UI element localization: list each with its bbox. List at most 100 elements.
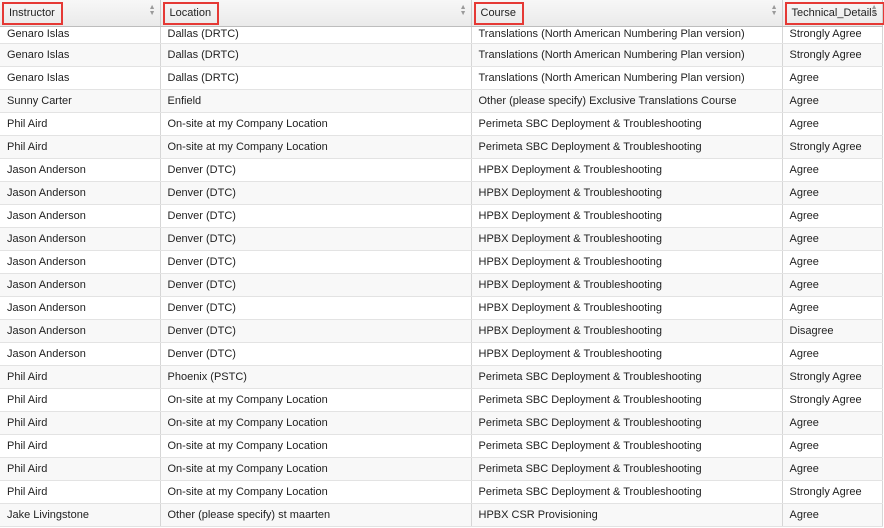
location-cell[interactable]: Denver (DTC) bbox=[160, 204, 472, 228]
location-cell[interactable]: On-site at my Company Location bbox=[160, 112, 472, 136]
sort-arrows-icon[interactable]: ▲ ▼ bbox=[871, 4, 878, 17]
table-row[interactable]: Jason Anderson Denver (DTC) HPBX Deploymen… bbox=[0, 250, 883, 274]
location-cell[interactable]: Denver (DTC) bbox=[160, 181, 472, 205]
table-row[interactable]: Jason Anderson Denver (DTC) HPBX Deploymen… bbox=[0, 296, 883, 320]
table-row[interactable]: Phil Aird On-site at my Company Location P… bbox=[0, 112, 883, 136]
course-cell[interactable]: HPBX Deployment & Troubleshooting bbox=[471, 296, 783, 320]
location-cell[interactable]: Denver (DTC) bbox=[160, 158, 472, 182]
location-cell[interactable]: On-site at my Company Location bbox=[160, 388, 472, 412]
table-row[interactable]: Jason Anderson Denver (DTC) HPBX Deploymen… bbox=[0, 273, 883, 297]
course-cell[interactable]: HPBX Deployment & Troubleshooting bbox=[471, 204, 783, 228]
technical-details-cell[interactable]: Agree bbox=[782, 411, 883, 435]
technical-details-cell[interactable]: Agree bbox=[782, 89, 883, 113]
sort-arrows-icon[interactable]: ▲ ▼ bbox=[460, 4, 467, 17]
course-cell[interactable]: HPBX Deployment & Troubleshooting bbox=[471, 181, 783, 205]
technical-details-cell[interactable]: Strongly Agree bbox=[782, 26, 883, 44]
column-header-technical-details[interactable]: Technical_Details ▲ ▼ bbox=[782, 0, 884, 27]
table-row[interactable]: Jason Anderson Denver (DTC) HPBX Deploymen… bbox=[0, 181, 883, 205]
table-row[interactable]: Phil Aird On-site at my Company Location P… bbox=[0, 388, 883, 412]
course-cell[interactable]: Perimeta SBC Deployment & Troubleshootin… bbox=[471, 457, 783, 481]
instructor-cell[interactable]: Jason Anderson bbox=[0, 296, 161, 320]
location-cell[interactable]: Denver (DTC) bbox=[160, 319, 472, 343]
instructor-cell[interactable]: Sunny Carter bbox=[0, 89, 161, 113]
course-cell[interactable]: Perimeta SBC Deployment & Troubleshootin… bbox=[471, 365, 783, 389]
course-cell[interactable]: HPBX Deployment & Troubleshooting bbox=[471, 342, 783, 366]
course-cell[interactable]: Translations (North American Numbering P… bbox=[471, 43, 783, 67]
technical-details-cell[interactable]: Agree bbox=[782, 204, 883, 228]
location-cell[interactable]: On-site at my Company Location bbox=[160, 457, 472, 481]
instructor-cell[interactable]: Phil Aird bbox=[0, 365, 161, 389]
table-row[interactable]: Jason Anderson Denver (DTC) HPBX Deploymen… bbox=[0, 319, 883, 343]
location-cell[interactable]: Dallas (DRTC) bbox=[160, 66, 472, 90]
technical-details-cell[interactable]: Agree bbox=[782, 181, 883, 205]
table-row[interactable]: Phil Aird On-site at my Company Location P… bbox=[0, 480, 883, 504]
sort-arrows-icon[interactable]: ▲ ▼ bbox=[149, 4, 156, 17]
course-cell[interactable]: Perimeta SBC Deployment & Troubleshootin… bbox=[471, 135, 783, 159]
location-cell[interactable]: Denver (DTC) bbox=[160, 273, 472, 297]
instructor-cell[interactable]: Genaro Islas bbox=[0, 26, 161, 44]
instructor-cell[interactable]: Jason Anderson bbox=[0, 250, 161, 274]
course-cell[interactable]: HPBX Deployment & Troubleshooting bbox=[471, 273, 783, 297]
technical-details-cell[interactable]: Agree bbox=[782, 434, 883, 458]
instructor-cell[interactable]: Jason Anderson bbox=[0, 319, 161, 343]
course-cell[interactable]: HPBX Deployment & Troubleshooting bbox=[471, 227, 783, 251]
location-cell[interactable]: Dallas (DRTC) bbox=[160, 26, 472, 44]
table-row[interactable]: Genaro Islas Dallas (DRTC) Translations (N… bbox=[0, 26, 883, 44]
course-cell[interactable]: HPBX CSR Provisioning bbox=[471, 503, 783, 527]
technical-details-cell[interactable]: Agree bbox=[782, 158, 883, 182]
technical-details-cell[interactable]: Agree bbox=[782, 250, 883, 274]
course-cell[interactable]: Perimeta SBC Deployment & Troubleshootin… bbox=[471, 388, 783, 412]
instructor-cell[interactable]: Jason Anderson bbox=[0, 181, 161, 205]
sort-arrows-icon[interactable]: ▲ ▼ bbox=[771, 4, 778, 17]
course-cell[interactable]: Perimeta SBC Deployment & Troubleshootin… bbox=[471, 434, 783, 458]
technical-details-cell[interactable]: Strongly Agree bbox=[782, 135, 883, 159]
course-cell[interactable]: Perimeta SBC Deployment & Troubleshootin… bbox=[471, 411, 783, 435]
instructor-cell[interactable]: Jason Anderson bbox=[0, 227, 161, 251]
course-cell[interactable]: Perimeta SBC Deployment & Troubleshootin… bbox=[471, 112, 783, 136]
instructor-cell[interactable]: Phil Aird bbox=[0, 388, 161, 412]
instructor-cell[interactable]: Genaro Islas bbox=[0, 66, 161, 90]
instructor-cell[interactable]: Jake Livingstone bbox=[0, 503, 161, 527]
instructor-cell[interactable]: Jason Anderson bbox=[0, 342, 161, 366]
location-cell[interactable]: On-site at my Company Location bbox=[160, 480, 472, 504]
table-row[interactable]: Jason Anderson Denver (DTC) HPBX Deploymen… bbox=[0, 227, 883, 251]
technical-details-cell[interactable]: Agree bbox=[782, 66, 883, 90]
instructor-cell[interactable]: Jason Anderson bbox=[0, 273, 161, 297]
technical-details-cell[interactable]: Agree bbox=[782, 273, 883, 297]
instructor-cell[interactable]: Phil Aird bbox=[0, 112, 161, 136]
course-cell[interactable]: Translations (North American Numbering P… bbox=[471, 66, 783, 90]
table-row[interactable]: Genaro Islas Dallas (DRTC) Translations (N… bbox=[0, 43, 883, 67]
course-cell[interactable]: Translations (North American Numbering P… bbox=[471, 26, 783, 44]
instructor-cell[interactable]: Phil Aird bbox=[0, 135, 161, 159]
table-row[interactable]: Phil Aird On-site at my Company Location P… bbox=[0, 135, 883, 159]
course-cell[interactable]: HPBX Deployment & Troubleshooting bbox=[471, 250, 783, 274]
instructor-cell[interactable]: Genaro Islas bbox=[0, 43, 161, 67]
location-cell[interactable]: Dallas (DRTC) bbox=[160, 43, 472, 67]
technical-details-cell[interactable]: Disagree bbox=[782, 319, 883, 343]
table-row[interactable]: Sunny Carter Enfield Other (please specify… bbox=[0, 89, 883, 113]
instructor-cell[interactable]: Jason Anderson bbox=[0, 158, 161, 182]
table-row[interactable]: Jason Anderson Denver (DTC) HPBX Deploymen… bbox=[0, 204, 883, 228]
technical-details-cell[interactable]: Strongly Agree bbox=[782, 365, 883, 389]
location-cell[interactable]: Denver (DTC) bbox=[160, 342, 472, 366]
instructor-cell[interactable]: Phil Aird bbox=[0, 480, 161, 504]
instructor-cell[interactable]: Phil Aird bbox=[0, 411, 161, 435]
course-cell[interactable]: HPBX Deployment & Troubleshooting bbox=[471, 319, 783, 343]
location-cell[interactable]: On-site at my Company Location bbox=[160, 434, 472, 458]
table-row[interactable]: Jason Anderson Denver (DTC) HPBX Deploymen… bbox=[0, 342, 883, 366]
table-row[interactable]: Jason Anderson Denver (DTC) HPBX Deploymen… bbox=[0, 158, 883, 182]
technical-details-cell[interactable]: Agree bbox=[782, 296, 883, 320]
location-cell[interactable]: Denver (DTC) bbox=[160, 296, 472, 320]
location-cell[interactable]: Denver (DTC) bbox=[160, 227, 472, 251]
technical-details-cell[interactable]: Strongly Agree bbox=[782, 388, 883, 412]
instructor-cell[interactable]: Phil Aird bbox=[0, 457, 161, 481]
technical-details-cell[interactable]: Agree bbox=[782, 227, 883, 251]
course-cell[interactable]: HPBX Deployment & Troubleshooting bbox=[471, 158, 783, 182]
course-cell[interactable]: Perimeta SBC Deployment & Troubleshootin… bbox=[471, 480, 783, 504]
location-cell[interactable]: On-site at my Company Location bbox=[160, 411, 472, 435]
column-header-location[interactable]: Location ▲ ▼ bbox=[160, 0, 472, 27]
instructor-cell[interactable]: Jason Anderson bbox=[0, 204, 161, 228]
location-cell[interactable]: Enfield bbox=[160, 89, 472, 113]
technical-details-cell[interactable]: Agree bbox=[782, 457, 883, 481]
column-header-instructor[interactable]: Instructor ▲ ▼ bbox=[0, 0, 161, 27]
